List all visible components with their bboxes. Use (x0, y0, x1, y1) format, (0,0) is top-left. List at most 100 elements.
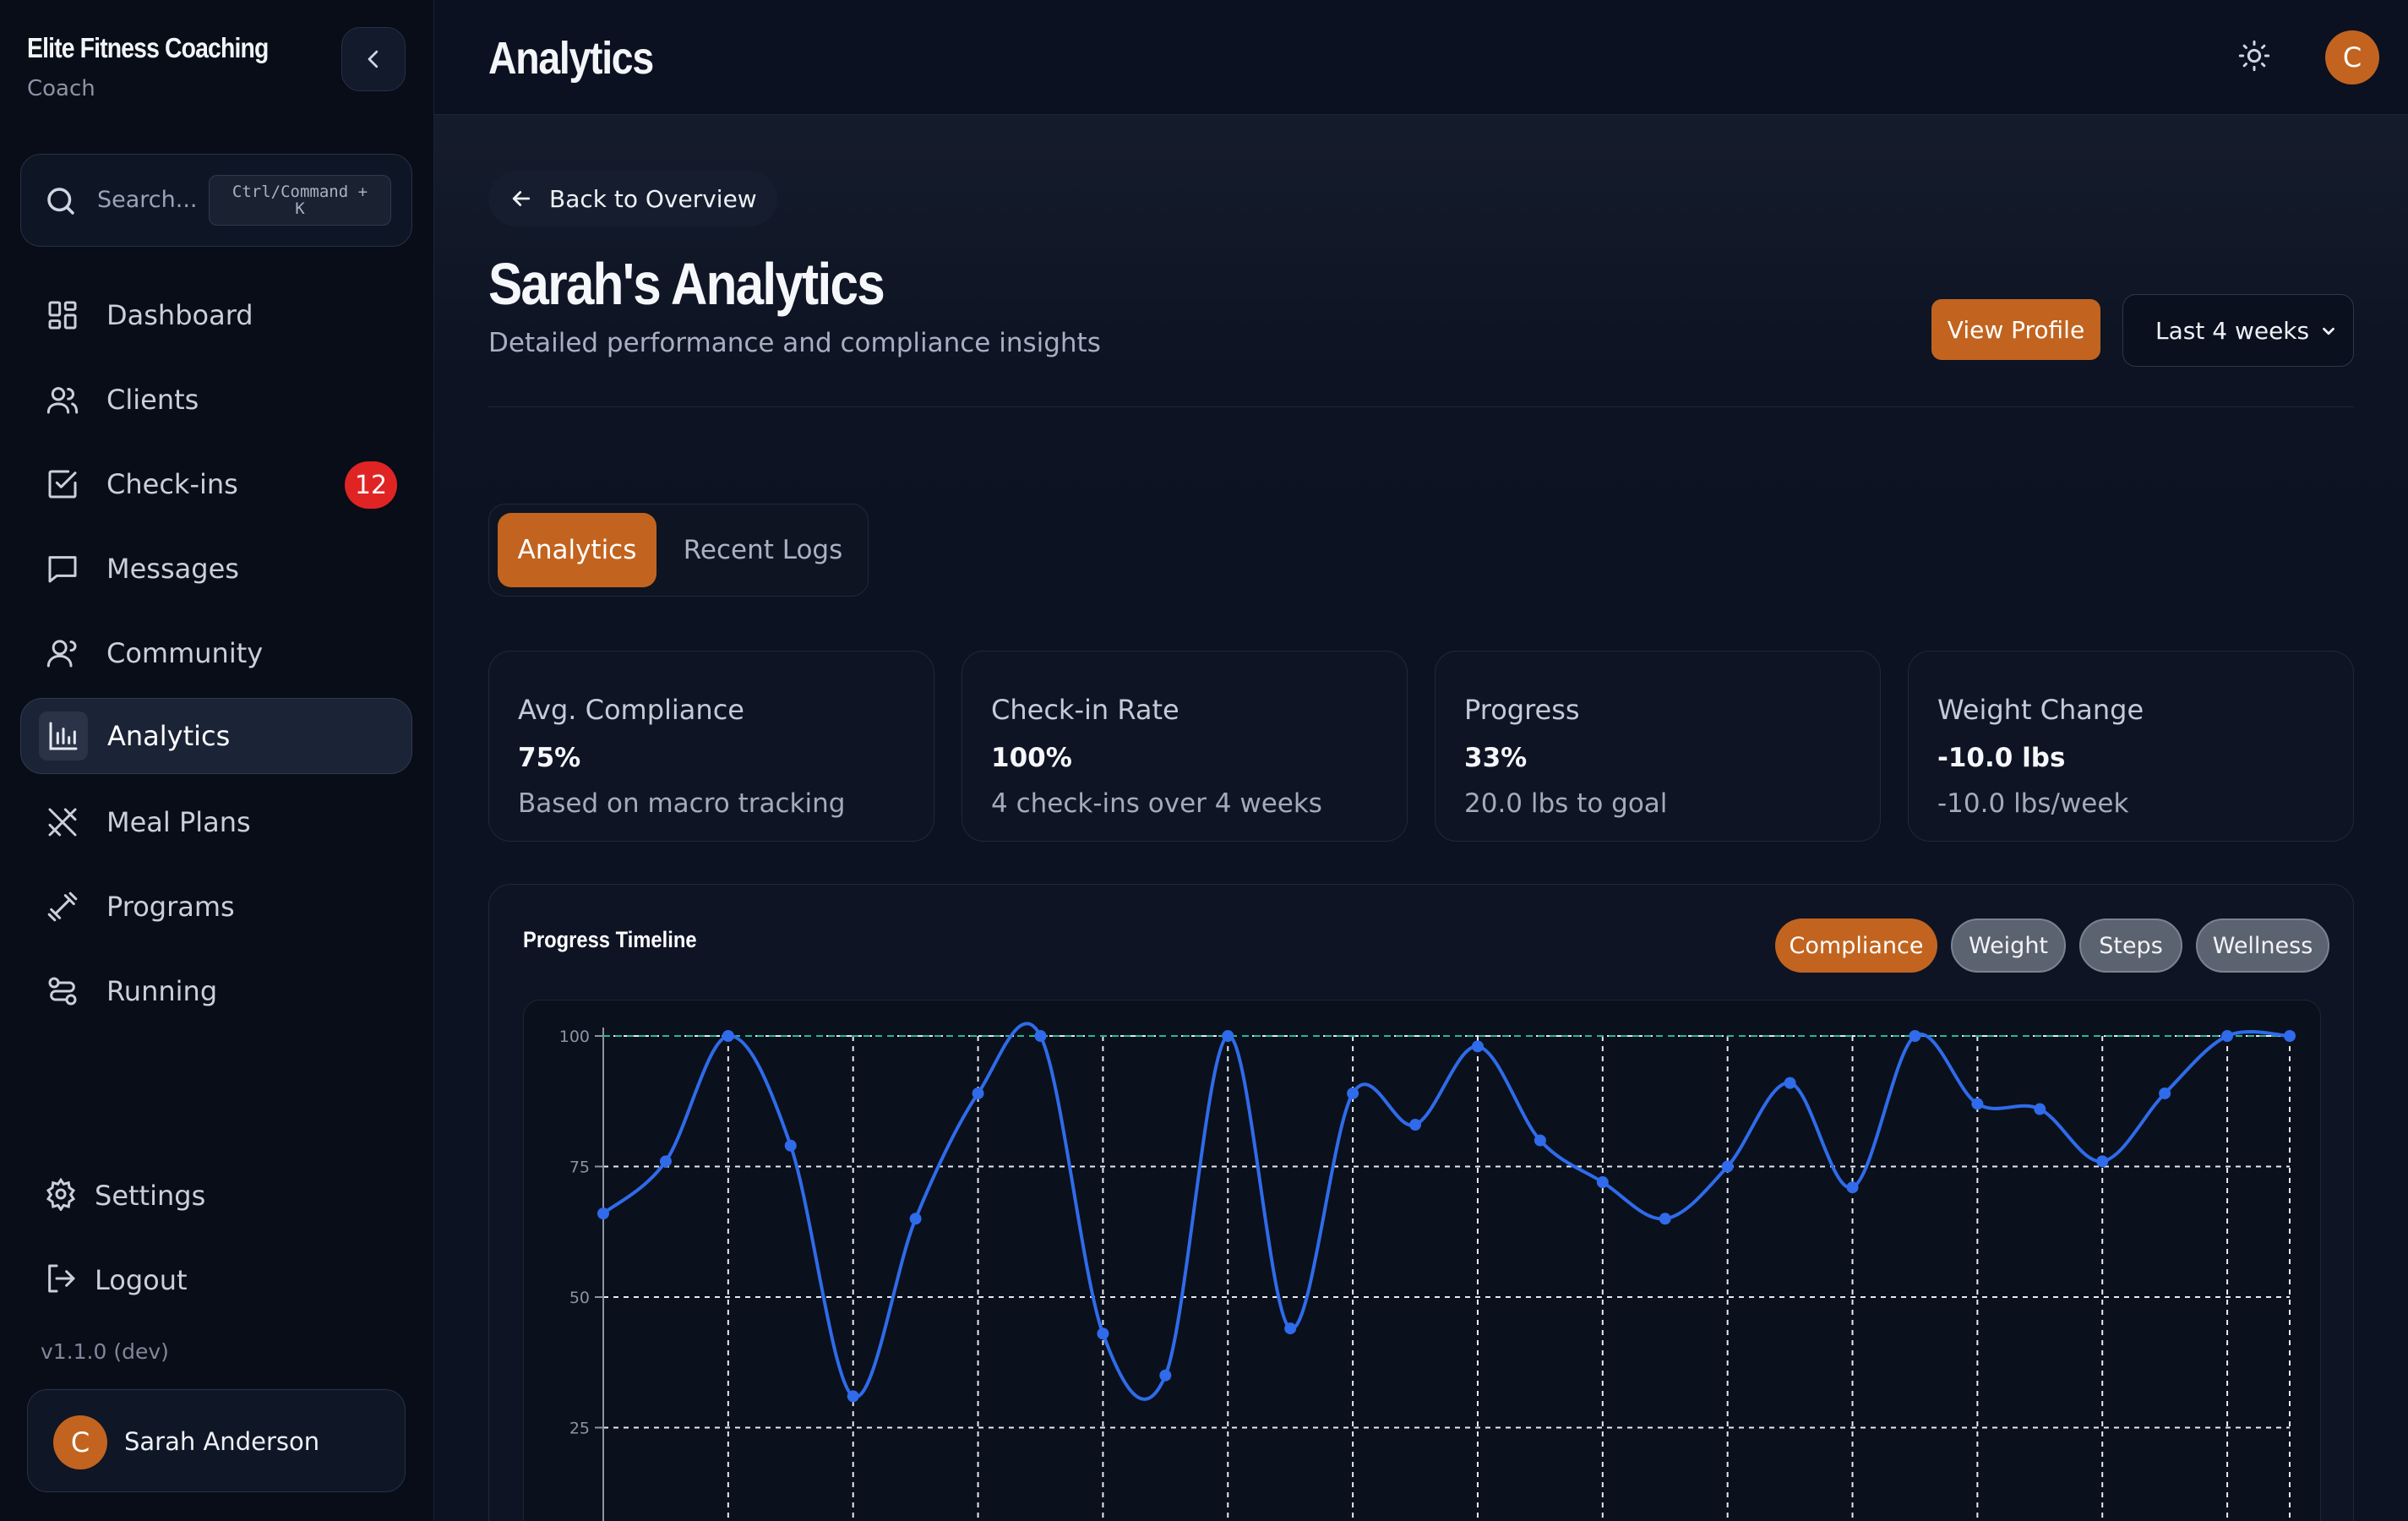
sidebar-item-label: Messages (106, 553, 239, 585)
utensils-icon (44, 804, 81, 841)
metric-chip-compliance[interactable]: Compliance (1775, 919, 1937, 973)
view-profile-button[interactable]: View Profile (1931, 299, 2100, 360)
data-point (2034, 1103, 2046, 1115)
chevron-down-icon (2323, 327, 2334, 335)
sidebar-item-dashboard[interactable]: Dashboard (20, 277, 412, 353)
data-point (1159, 1369, 1172, 1382)
settings-label: Settings (95, 1180, 206, 1212)
progress-line-chart: 100 75 50 25 (523, 1000, 2321, 1521)
stat-description: 4 check-ins over 4 weeks (991, 788, 1322, 819)
sidebar-item-label: Community (106, 637, 264, 669)
data-point (2221, 1030, 2234, 1042)
data-point (1471, 1040, 1484, 1053)
compliance-series-line (602, 1022, 2291, 1401)
data-point (1596, 1176, 1609, 1189)
chevron-left-icon (368, 50, 379, 68)
route-icon (44, 973, 81, 1010)
sidebar-item-label: Analytics (107, 720, 231, 752)
sidebar-item-label: Running (106, 975, 218, 1007)
stat-card-progress: Progress 33% 20.0 lbs to goal (1435, 651, 1881, 842)
y-tick-label: 50 (569, 1289, 590, 1307)
stat-card-check-in-rate: Check-in Rate 100% 4 check-ins over 4 we… (962, 651, 1408, 842)
app-version: v1.1.0 (dev) (41, 1339, 169, 1364)
metric-chip-steps[interactable]: Steps (2079, 919, 2182, 973)
tab-analytics[interactable]: Analytics (498, 513, 656, 587)
period-select-value: Last 4 weeks (2155, 316, 2310, 345)
sidebar-item-label: Clients (106, 384, 199, 416)
data-point (1909, 1030, 1921, 1042)
stat-value: 33% (1464, 743, 1528, 773)
data-point (784, 1139, 797, 1152)
client-analytics-heading: Sarah's Analytics (488, 251, 885, 317)
data-point (1409, 1119, 1422, 1131)
community-icon (44, 635, 81, 672)
stat-value: 100% (991, 743, 1072, 773)
data-point (2284, 1030, 2296, 1042)
stat-title: Check-in Rate (991, 694, 1179, 726)
top-bar: Analytics C (434, 0, 2408, 115)
sidebar-item-running[interactable]: Running (20, 953, 412, 1029)
message-icon (44, 550, 81, 587)
search-shortcut-hint: Ctrl/Command + K (209, 175, 391, 226)
sidebar-item-programs[interactable]: Programs (20, 869, 412, 945)
metric-chip-wellness[interactable]: Wellness (2196, 919, 2329, 973)
user-name: Sarah Anderson (124, 1427, 320, 1456)
progress-timeline-card: Progress Timeline Compliance Weight Step… (488, 884, 2354, 1521)
gear-icon (44, 1177, 78, 1214)
user-card[interactable]: C Sarah Anderson (27, 1389, 406, 1492)
stat-title: Weight Change (1937, 694, 2144, 726)
data-point (1846, 1181, 1859, 1194)
stat-card-compliance: Avg. Compliance 75% Based on macro track… (488, 651, 934, 842)
stat-description: Based on macro tracking (518, 788, 846, 819)
data-point (972, 1087, 984, 1099)
brand-title: Elite Fitness Coaching (27, 32, 269, 63)
sidebar-item-label: Dashboard (106, 299, 253, 331)
search-input[interactable]: Search... (97, 187, 198, 213)
stat-description: 20.0 lbs to goal (1464, 788, 1668, 819)
y-tick-label: 25 (569, 1420, 590, 1438)
search-icon (47, 188, 74, 215)
metric-chip-weight[interactable]: Weight (1951, 919, 2066, 973)
sidebar-item-meal-plans[interactable]: Meal Plans (20, 784, 412, 860)
dumbbell-icon (44, 888, 81, 925)
sidebar-item-label: Meal Plans (106, 806, 251, 838)
tab-recent-logs[interactable]: Recent Logs (665, 513, 861, 587)
shortcut-line-2: K (295, 199, 305, 218)
user-avatar-button[interactable]: C (2325, 30, 2379, 84)
theme-toggle-button[interactable] (2237, 39, 2271, 76)
sidebar-item-analytics[interactable]: Analytics (20, 698, 412, 774)
header-divider (488, 406, 2354, 407)
sidebar-item-clients[interactable]: Clients (20, 362, 412, 438)
y-tick-label: 100 (559, 1028, 590, 1046)
sidebar-item-label: Check-ins (106, 468, 238, 500)
sidebar: Elite Fitness Coaching Coach Search... C… (0, 0, 434, 1521)
back-to-overview-button[interactable]: Back to Overview (488, 171, 777, 226)
stat-value: -10.0 lbs (1937, 743, 2066, 773)
search-box[interactable]: Search... Ctrl/Command + K (20, 154, 412, 247)
period-select[interactable]: Last 4 weeks (2122, 294, 2354, 367)
y-tick-label: 75 (569, 1158, 590, 1177)
data-point (2159, 1087, 2171, 1099)
collapse-sidebar-button[interactable] (341, 27, 406, 91)
logout-link[interactable]: Logout (20, 1242, 412, 1318)
data-point (1721, 1160, 1734, 1173)
settings-link[interactable]: Settings (20, 1158, 412, 1234)
data-point (909, 1213, 922, 1225)
data-point (597, 1208, 609, 1220)
data-point (1659, 1213, 1671, 1225)
stat-title: Progress (1464, 694, 1580, 726)
dashboard-icon (44, 297, 81, 334)
stat-card-weight-change: Weight Change -10.0 lbs -10.0 lbs/week (1908, 651, 2354, 842)
sun-icon (2238, 40, 2270, 72)
logout-label: Logout (95, 1264, 188, 1296)
sidebar-item-check-ins[interactable]: Check-ins 12 (20, 446, 412, 522)
check-ins-count-badge: 12 (345, 461, 397, 509)
sidebar-item-messages[interactable]: Messages (20, 531, 412, 607)
chart-svg: 100 75 50 25 (559, 1022, 2296, 1521)
chart-title: Progress Timeline (523, 927, 697, 952)
back-button-label: Back to Overview (549, 184, 757, 213)
page-title: Analytics (488, 33, 654, 84)
sidebar-item-community[interactable]: Community (20, 615, 412, 691)
stat-description: -10.0 lbs/week (1937, 788, 2129, 819)
users-icon (44, 381, 81, 418)
